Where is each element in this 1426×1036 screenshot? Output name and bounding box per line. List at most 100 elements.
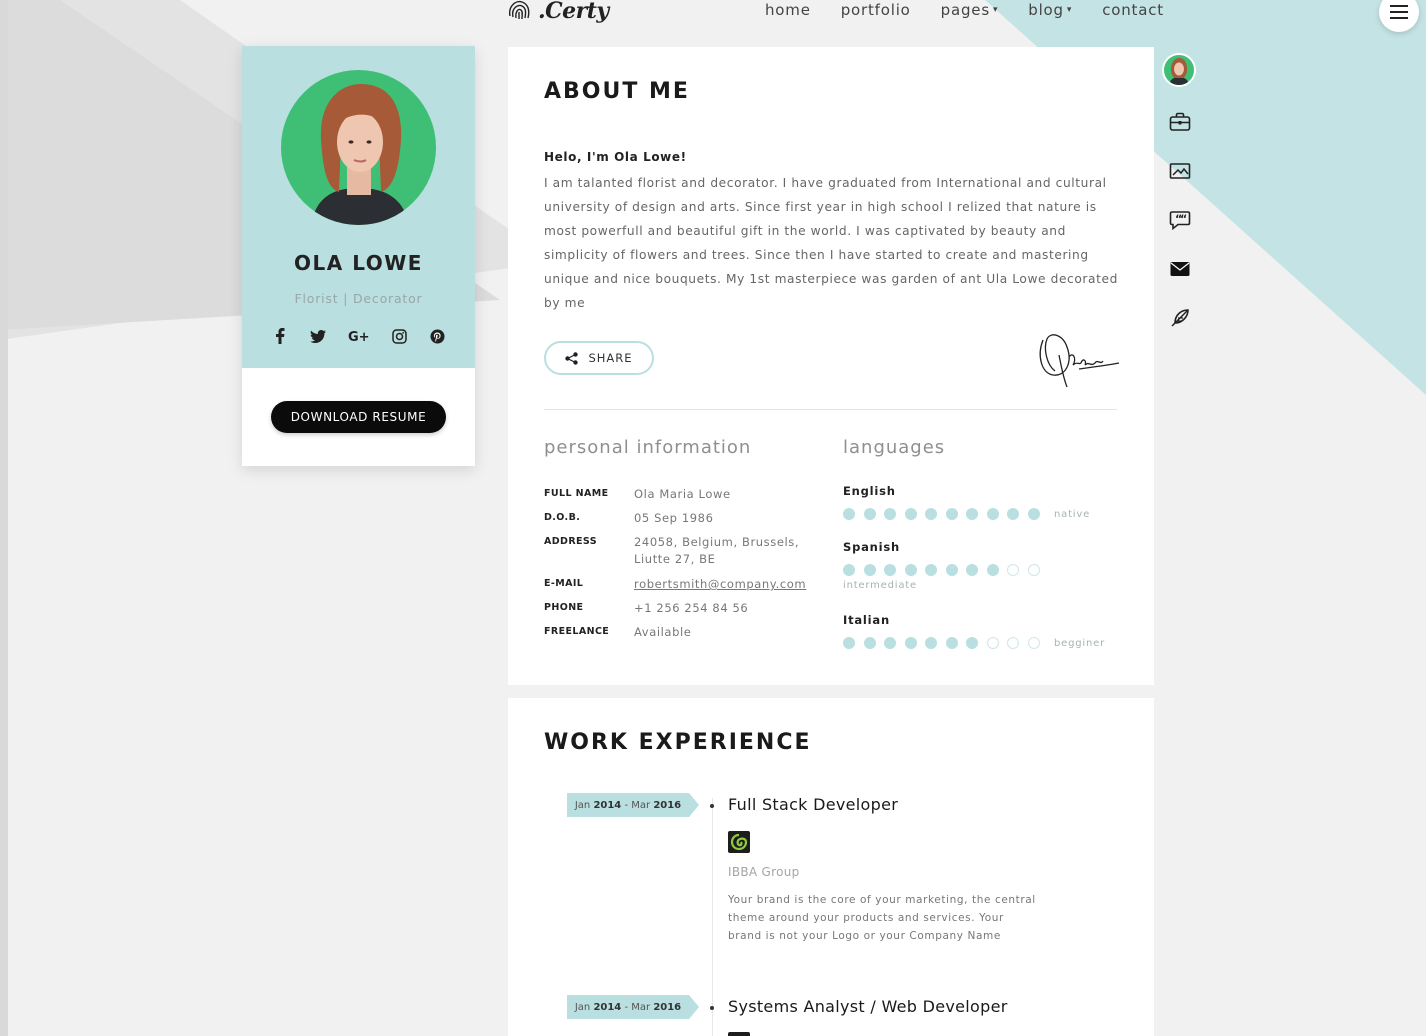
rating-dot-filled: [945, 564, 958, 576]
nav-label: portfolio: [840, 1, 911, 19]
rating-dot-filled: [843, 508, 855, 520]
feather-icon: [1171, 308, 1189, 327]
rating-dot-filled: [966, 508, 978, 520]
company-logo: [728, 1032, 750, 1036]
rating-dot-filled: [863, 564, 876, 576]
profile-name: OLA LOWE: [294, 251, 423, 275]
info-value: +1 256 254 84 56: [634, 601, 749, 615]
personal-info-title: personal information: [544, 437, 752, 458]
rating-dot-filled: [925, 564, 937, 576]
info-row-phone: PHONE +1 256 254 84 56: [544, 600, 809, 617]
about-card: ABOUT ME Helo, I'm Ola Lowe! I am talant…: [508, 47, 1154, 685]
languages-title: languages: [843, 437, 946, 458]
rating-dot-filled: [945, 508, 958, 520]
instagram-icon[interactable]: [392, 328, 408, 344]
share-icon: [565, 351, 579, 365]
language-name: Italian: [843, 613, 890, 627]
work-title: WORK EXPERIENCE: [544, 730, 812, 755]
rating-dot-filled: [904, 564, 917, 576]
side-blog-button[interactable]: [1162, 303, 1198, 332]
language-spanish: Spanish intermediate: [843, 540, 1040, 591]
profile-card: OLA LOWE Florist | Decorator G+ DOWNLOAD…: [242, 46, 475, 466]
rating-dot-filled: [863, 637, 876, 649]
date-month: Mar: [631, 799, 651, 811]
side-resume-button[interactable]: [1162, 107, 1198, 136]
facebook-icon[interactable]: [272, 328, 288, 344]
nav-label: home: [765, 1, 811, 19]
nav-pages[interactable]: pages ▾: [941, 0, 999, 20]
rating-dot-filled: [986, 508, 999, 520]
share-button[interactable]: SHARE: [544, 341, 654, 375]
info-value: Available: [634, 625, 692, 639]
timeline-line: [712, 798, 713, 1036]
envelope-icon: [1170, 261, 1190, 276]
rating-dot-filled: [884, 637, 896, 649]
briefcase-icon: [1169, 112, 1191, 131]
profile-role: Florist | Decorator: [294, 291, 423, 306]
rating-dot-empty: [1007, 637, 1019, 649]
timeline-dot: [710, 804, 714, 808]
brand-logo[interactable]: .Certy: [506, 0, 609, 24]
rating-dot-filled: [904, 637, 917, 649]
company-name: IBBA Group: [728, 865, 800, 879]
info-value: 05 Sep 1986: [634, 511, 714, 525]
rating-dot-filled: [1007, 508, 1019, 520]
caret-down-icon: ▾: [1066, 5, 1073, 15]
nav-label: pages: [940, 1, 990, 19]
signature-image: [1039, 334, 1120, 388]
info-value: 24058, Belgium, Brussels, Liutte 27, BE: [634, 535, 800, 566]
quote-icon: “ “: [1169, 210, 1191, 230]
social-links: G+: [242, 328, 475, 344]
portfolio-image-icon: [1169, 162, 1191, 179]
date-year: 2014: [593, 1001, 622, 1013]
rating-dot-filled: [925, 508, 937, 520]
side-contact-button[interactable]: [1162, 254, 1198, 283]
nav-blog[interactable]: blog ▾: [1028, 0, 1072, 20]
nav-contact[interactable]: contact: [1102, 0, 1164, 20]
date-year: 2016: [653, 799, 682, 811]
section-divider: [544, 409, 1117, 410]
window-edge: [0, 0, 8, 1036]
side-avatar[interactable]: [1162, 53, 1196, 87]
side-menu: “ “: [1162, 53, 1198, 352]
info-row-email: E-MAIL robertsmith@company.com: [544, 576, 809, 593]
info-label: E-MAIL: [544, 578, 584, 589]
about-title: ABOUT ME: [544, 79, 690, 104]
download-resume-button[interactable]: DOWNLOAD RESUME: [271, 401, 446, 433]
twitter-icon[interactable]: [309, 328, 326, 344]
fingerprint-icon: [508, 0, 530, 20]
email-link[interactable]: robertsmith@company.com: [634, 576, 809, 593]
rating-dot-empty: [986, 637, 999, 649]
info-value: Ola Maria Lowe: [634, 487, 731, 501]
side-testimonials-button[interactable]: “ “: [1162, 205, 1198, 234]
rating-dot-filled: [843, 637, 855, 649]
svg-text:G+: G+: [348, 330, 370, 343]
profile-header: OLA LOWE Florist | Decorator G+: [242, 46, 475, 368]
company-logo: [728, 831, 750, 853]
language-name: English: [843, 484, 896, 498]
work-experience-card: WORK EXPERIENCE Jan 2014 - Mar 2016 Full…: [508, 698, 1154, 1036]
language-level: native: [1054, 508, 1091, 520]
job-date: Jan 2014 - Mar 2016: [567, 995, 699, 1019]
rating-dot-filled: [863, 508, 876, 520]
info-label: ADDRESS: [544, 536, 597, 547]
hamburger-icon: [1390, 5, 1408, 19]
pinterest-icon[interactable]: [430, 328, 446, 344]
info-row-address: ADDRESS 24058, Belgium, Brussels, Liutte…: [544, 534, 809, 568]
rating-dot-filled: [945, 637, 958, 649]
rating-dot-empty: [1007, 564, 1019, 576]
rating-dot-filled: [843, 564, 855, 576]
rating-dot-filled: [966, 637, 978, 649]
info-label: D.O.B.: [544, 512, 581, 523]
side-portfolio-button[interactable]: [1162, 156, 1198, 185]
language-level: intermediate: [843, 580, 917, 591]
nav-label: contact: [1102, 1, 1164, 19]
nav-portfolio[interactable]: portfolio: [841, 0, 911, 20]
rating-dot-empty: [1027, 564, 1040, 576]
info-row-dob: D.O.B. 05 Sep 1986: [544, 510, 809, 527]
nav-home[interactable]: home: [765, 0, 811, 20]
rating-dot-filled: [884, 508, 896, 520]
google-plus-icon[interactable]: G+: [348, 328, 370, 344]
rating-dot-empty: [1027, 637, 1040, 649]
avatar-icon: [1169, 58, 1189, 85]
